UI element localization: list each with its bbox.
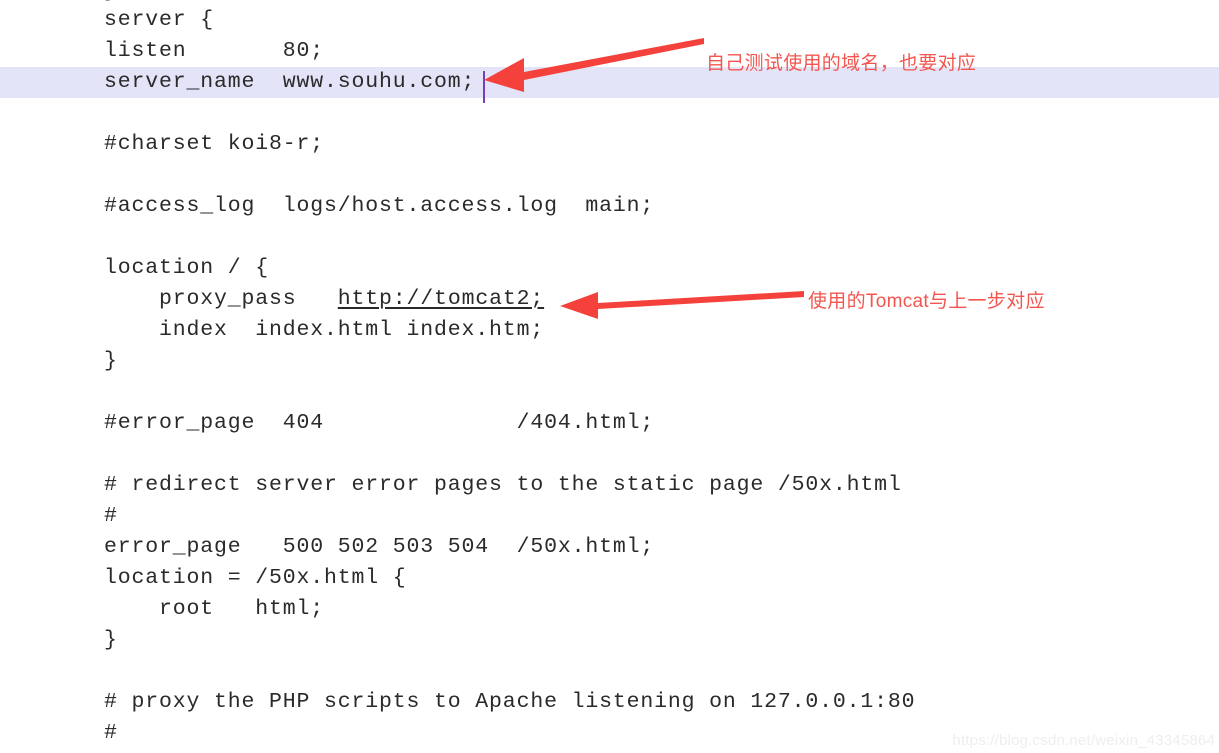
code-line[interactable] <box>0 222 1219 253</box>
code-editor-pane[interactable]: } server {listen 80;server_name www.souh… <box>0 0 1219 753</box>
code-line[interactable]: root html; <box>0 594 1219 625</box>
code-line[interactable] <box>0 98 1219 129</box>
code-line[interactable]: server_name www.souhu.com; <box>0 67 1219 98</box>
annotation-label-2: 使用的Tomcat与上一步对应 <box>808 291 1045 312</box>
code-line[interactable] <box>0 439 1219 470</box>
code-line[interactable] <box>0 160 1219 191</box>
watermark-text: https://blog.csdn.net/weixin_43345864 <box>952 732 1215 749</box>
code-line[interactable]: listen 80; <box>0 36 1219 67</box>
text-caret <box>483 71 485 103</box>
code-line[interactable]: location = /50x.html { <box>0 563 1219 594</box>
code-line[interactable]: # redirect server error pages to the sta… <box>0 470 1219 501</box>
code-line[interactable]: #error_page 404 /404.html; <box>0 408 1219 439</box>
code-line[interactable]: #charset koi8-r; <box>0 129 1219 160</box>
code-line[interactable] <box>0 656 1219 687</box>
code-line[interactable]: server { <box>0 5 1219 36</box>
code-line[interactable] <box>0 377 1219 408</box>
code-line[interactable]: error_page 500 502 503 504 /50x.html; <box>0 532 1219 563</box>
code-line[interactable]: } <box>0 625 1219 656</box>
code-line[interactable]: } <box>0 346 1219 377</box>
code-line[interactable]: #access_log logs/host.access.log main; <box>0 191 1219 222</box>
code-line[interactable]: # <box>0 501 1219 532</box>
code-line[interactable]: index index.html index.htm; <box>0 315 1219 346</box>
annotation-label-1: 自己测试使用的域名，也要对应 <box>706 53 977 74</box>
code-line[interactable]: # proxy the PHP scripts to Apache listen… <box>0 687 1219 718</box>
code-line[interactable]: location / { <box>0 253 1219 284</box>
proxy-pass-url-link[interactable]: http://tomcat2; <box>338 287 544 311</box>
